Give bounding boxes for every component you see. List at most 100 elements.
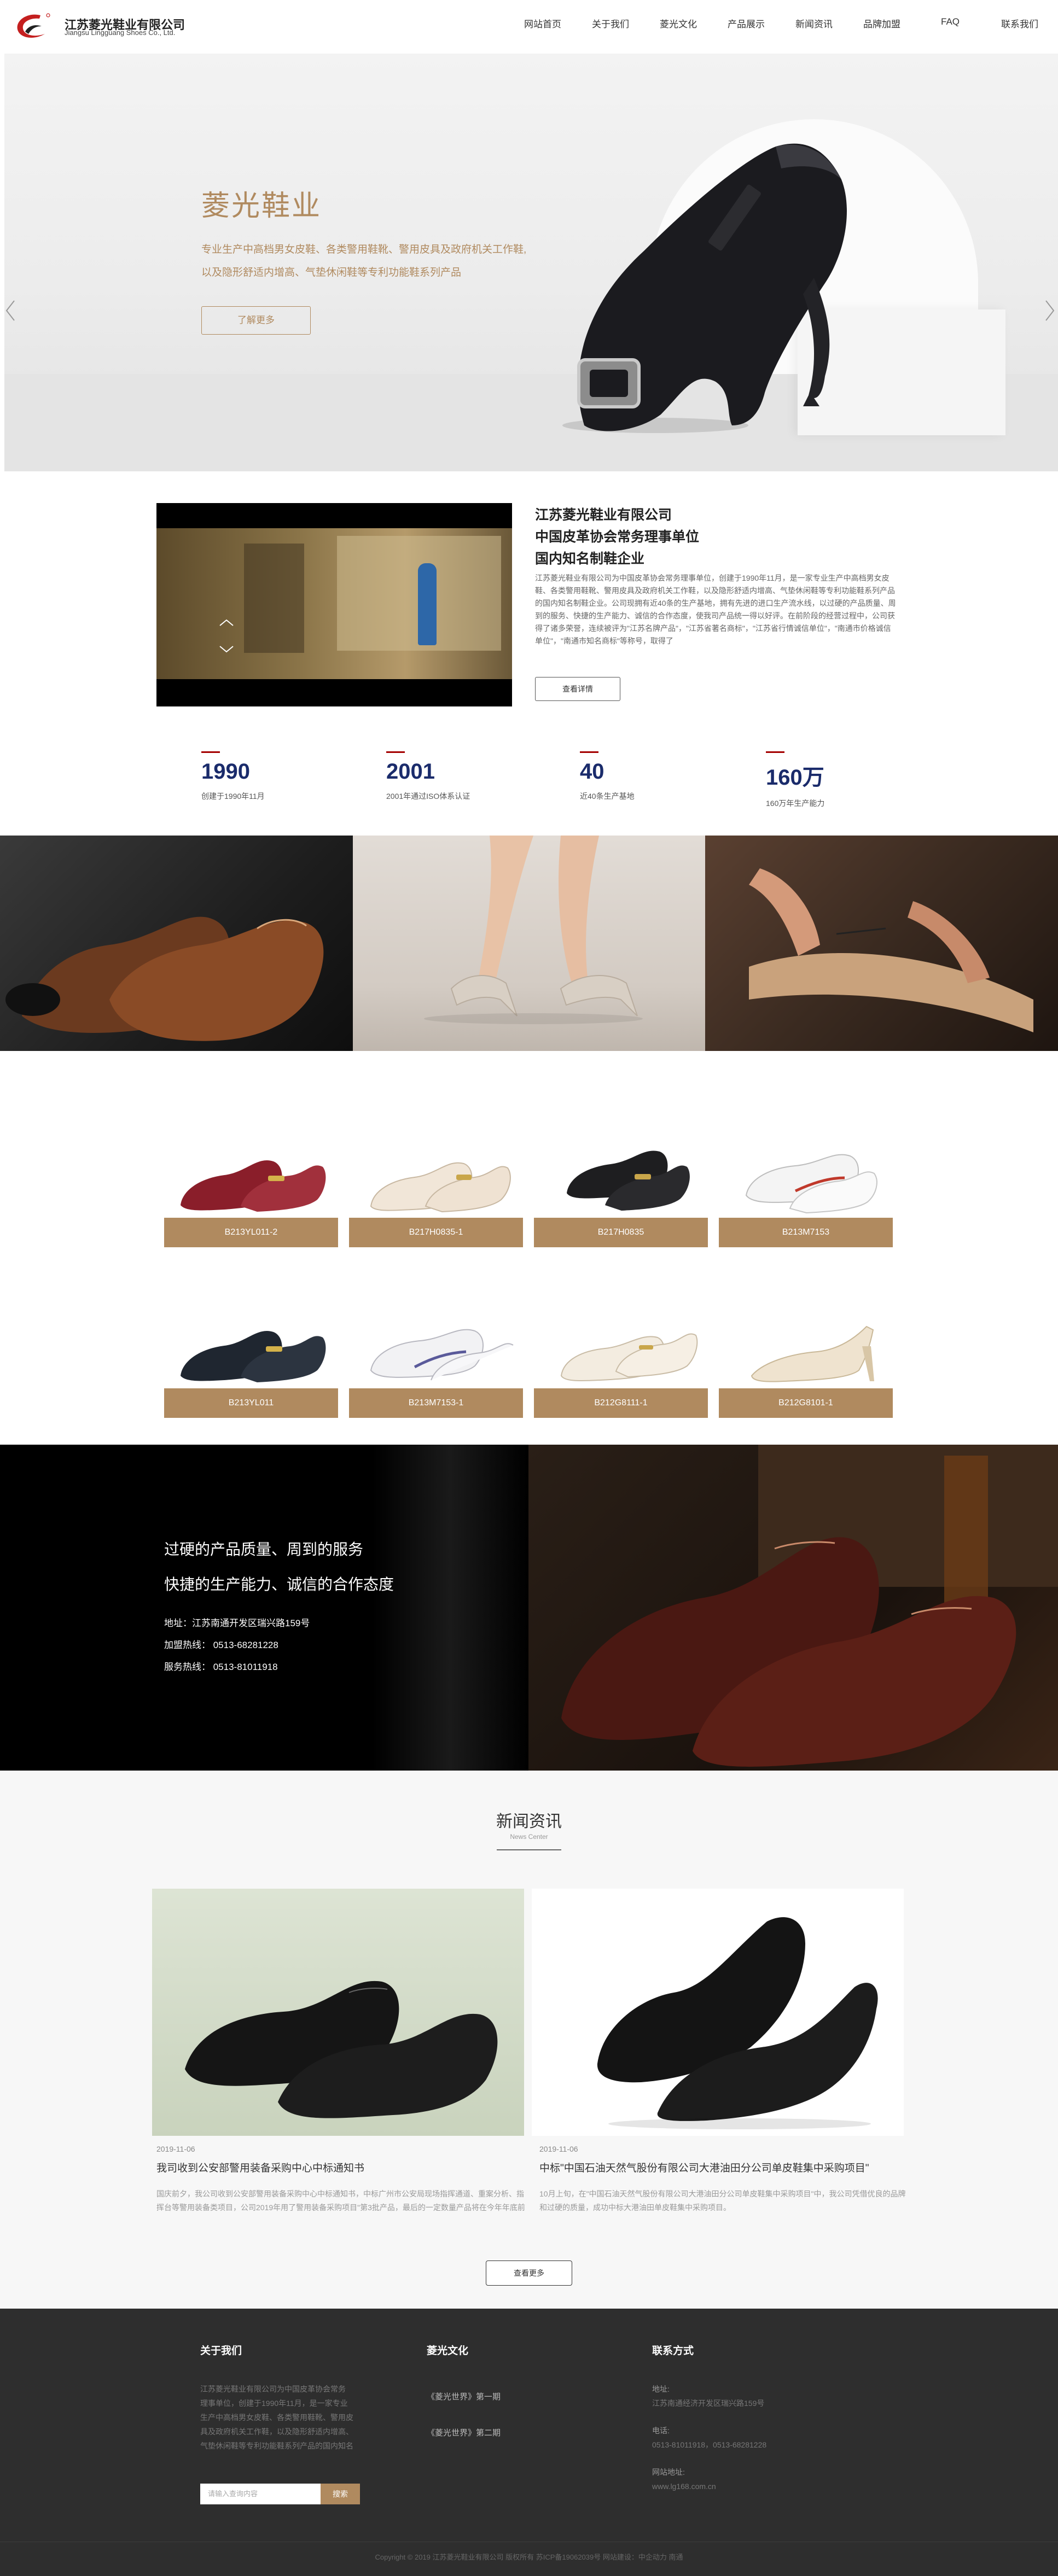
stat-label: 160万年生产能力 — [766, 799, 825, 808]
footer-copyright: Copyright © 2019 江苏菱光鞋业有限公司 版权所有 苏ICP备19… — [375, 2553, 683, 2561]
about-title-1: 江苏菱光鞋业有限公司 — [535, 507, 672, 523]
learn-more-button[interactable]: 了解更多 — [201, 306, 311, 335]
about-title-2: 中国皮革协会常务理事单位 — [535, 529, 700, 545]
product-image — [560, 1333, 698, 1382]
footer-search-input[interactable]: 请输入查询内容 — [200, 2484, 321, 2504]
product-card[interactable]: B212G8101-1 — [719, 1294, 893, 1418]
footer-culture-title: 菱光文化 — [427, 2345, 469, 2357]
footer-contact-title: 联系方式 — [652, 2345, 694, 2357]
nav-about[interactable]: 关于我们 — [592, 16, 629, 30]
stat-item: 160万 160万年生产能力 — [766, 751, 824, 809]
dress-shoes-photo — [528, 1445, 1058, 1771]
footer-search-button[interactable]: 搜索 — [321, 2484, 360, 2504]
nav-franchise[interactable]: 品牌加盟 — [863, 16, 900, 30]
product-label: B213M7153-1 — [349, 1388, 523, 1418]
hero-banner: 菱光鞋业 专业生产中高档男女皮鞋、各类警用鞋靴、警用皮具及政府机关工作鞋, 以及… — [4, 54, 1058, 471]
stat-number: 40 — [580, 760, 604, 784]
stat-label: 2001年通过ISO体系认证 — [386, 792, 470, 801]
footer-about-line: 具及政府机关工作鞋，以及隐形舒适内增高、 — [200, 2427, 353, 2436]
product-label: B213YL011 — [164, 1388, 338, 1418]
stat-accent-bar — [201, 751, 220, 753]
product-image — [567, 1150, 690, 1211]
nav-culture[interactable]: 菱光文化 — [660, 16, 697, 30]
site-footer: 关于我们 江苏菱光鞋业有限公司为中国皮革协会常务 理事单位，创建于1990年11… — [0, 2309, 1058, 2576]
chevron-right-icon[interactable] — [1044, 300, 1056, 322]
product-label: B213YL011-2 — [164, 1218, 338, 1247]
company-logo-icon[interactable] — [12, 10, 56, 44]
footer-address-label: 地址: — [652, 2385, 670, 2393]
view-details-button[interactable]: 查看详情 — [535, 677, 620, 701]
product-image — [751, 1325, 874, 1382]
stat-accent-bar — [766, 751, 784, 753]
nav-home[interactable]: 网站首页 — [524, 16, 561, 30]
sandal-heels-photo — [353, 836, 705, 1051]
footer-culture-link[interactable]: 《菱光世界》第一期 — [427, 2391, 501, 2402]
product-card[interactable]: B217H0835 — [534, 1123, 708, 1247]
product-image — [370, 1162, 511, 1213]
nav-news[interactable]: 新闻资讯 — [795, 16, 833, 30]
brown-oxford-photo — [0, 836, 353, 1051]
footer-about-text: 江苏菱光鞋业有限公司为中国皮革协会常务 理事单位，创建于1990年11月，是一家… — [200, 2382, 353, 2453]
product-image — [370, 1329, 514, 1381]
news-summary: 国庆前夕，我公司收到公安部警用装备采购中心中标通知书，中标广州市公安局现场指挥通… — [156, 2189, 525, 2212]
product-card[interactable]: B213M7153-1 — [349, 1294, 523, 1418]
footer-about-line: 理事单位，创建于1990年11月，是一家专业 — [200, 2399, 348, 2408]
stat-label: 近40条生产基地 — [580, 792, 635, 801]
banner-description: 专业生产中高档男女皮鞋、各类警用鞋靴、警用皮具及政府机关工作鞋, 以及隐形舒适内… — [201, 238, 573, 284]
site-header: 江苏菱光鞋业有限公司 Jiangsu Lingguang Shoes Co., … — [0, 0, 1058, 54]
news-section-subtitle: News Center — [510, 1833, 548, 1841]
product-card[interactable]: B212G8111-1 — [534, 1294, 708, 1418]
footer-culture-link[interactable]: 《菱光世界》第二期 — [427, 2427, 501, 2438]
band-slogan-2: 快捷的生产能力、诚信的合作态度 — [164, 1576, 394, 1593]
news-date: 2019-11-06 — [539, 2145, 578, 2153]
chevron-up-down-icon[interactable] — [218, 618, 235, 654]
shoemaker-hands-photo — [705, 836, 1058, 1051]
nav-products[interactable]: 产品展示 — [728, 16, 765, 30]
nav-faq[interactable]: FAQ — [941, 16, 960, 27]
product-label: B217H0835-1 — [349, 1218, 523, 1247]
product-card[interactable]: B213M7153 — [719, 1123, 893, 1247]
news-image[interactable] — [532, 1889, 904, 2136]
video-person — [418, 563, 437, 645]
news-date: 2019-11-06 — [156, 2145, 195, 2153]
high-heel-shoe-image — [562, 143, 847, 433]
about-title-3: 国内知名制鞋企业 — [535, 551, 645, 566]
banner-desc-line-2: 以及隐形舒适内增高、气垫休闲鞋等专利功能鞋系列产品 — [201, 267, 462, 278]
footer-phone: 0513-81011918，0513-68281228 — [652, 2440, 767, 2449]
stat-item: 40 近40条生产基地 — [580, 751, 635, 802]
stat-accent-bar — [386, 751, 405, 753]
footer-phone-label: 电话: — [652, 2426, 670, 2435]
news-headline[interactable]: 我司收到公安部警用装备采购中心中标通知书 — [156, 2160, 528, 2175]
stat-label: 创建于1990年11月 — [201, 792, 265, 801]
stat-number: 2001 — [386, 760, 435, 784]
stat-accent-bar — [580, 751, 598, 753]
product-image — [745, 1154, 877, 1214]
news-summary: 10月上旬，在"中国石油天然气股份有限公司大港油田分公司单皮鞋集中采购项目"中，… — [539, 2189, 906, 2212]
slogan-contact-band: 过硬的产品质量、周到的服务 快捷的生产能力、诚信的合作态度 地址：江苏南通开发区… — [0, 1445, 1058, 1771]
footer-website[interactable]: www.lg168.com.cn — [652, 2479, 716, 2493]
stat-number: 1990 — [201, 760, 250, 784]
product-card[interactable]: B213YL011-2 — [164, 1123, 338, 1247]
nav-contact[interactable]: 联系我们 — [1001, 16, 1038, 30]
news-headline[interactable]: 中标"中国石油天然气股份有限公司大港油田分公司单皮鞋集中采购项目" — [539, 2160, 911, 2175]
footer-about-line: 江苏菱光鞋业有限公司为中国皮革协会常务 — [200, 2385, 346, 2393]
product-label: B212G8101-1 — [719, 1388, 893, 1418]
band-franchise-hotline: 加盟热线： 0513-68281228 — [164, 1640, 278, 1650]
band-shade — [372, 1445, 528, 1771]
product-label: B213M7153 — [719, 1218, 893, 1247]
product-image — [181, 1160, 326, 1212]
footer-about-line: 气垫休闲鞋等专利功能鞋系列产品的国内知名 — [200, 2441, 353, 2450]
footer-address: 江苏南通经济开发区瑞兴路159号 — [652, 2399, 765, 2408]
chevron-left-icon[interactable] — [4, 300, 16, 322]
product-card[interactable]: B213YL011 — [164, 1294, 338, 1418]
news-image[interactable] — [152, 1889, 524, 2136]
video-shelf — [244, 544, 304, 653]
product-card[interactable]: B217H0835-1 — [349, 1123, 523, 1247]
company-name-en: Jiangsu Lingguang Shoes Co., Ltd. — [65, 28, 176, 37]
stat-item: 2001 2001年通过ISO体系认证 — [386, 751, 470, 802]
news-section-title: 新闻资讯 — [496, 1813, 562, 1831]
view-more-news-button[interactable]: 查看更多 — [486, 2260, 572, 2286]
company-video[interactable] — [156, 503, 512, 706]
footer-website-label: 网站地址: — [652, 2468, 685, 2476]
about-description: 江苏菱光鞋业有限公司为中国皮革协会常务理事单位，创建于1990年11月，是一家专… — [535, 574, 896, 645]
